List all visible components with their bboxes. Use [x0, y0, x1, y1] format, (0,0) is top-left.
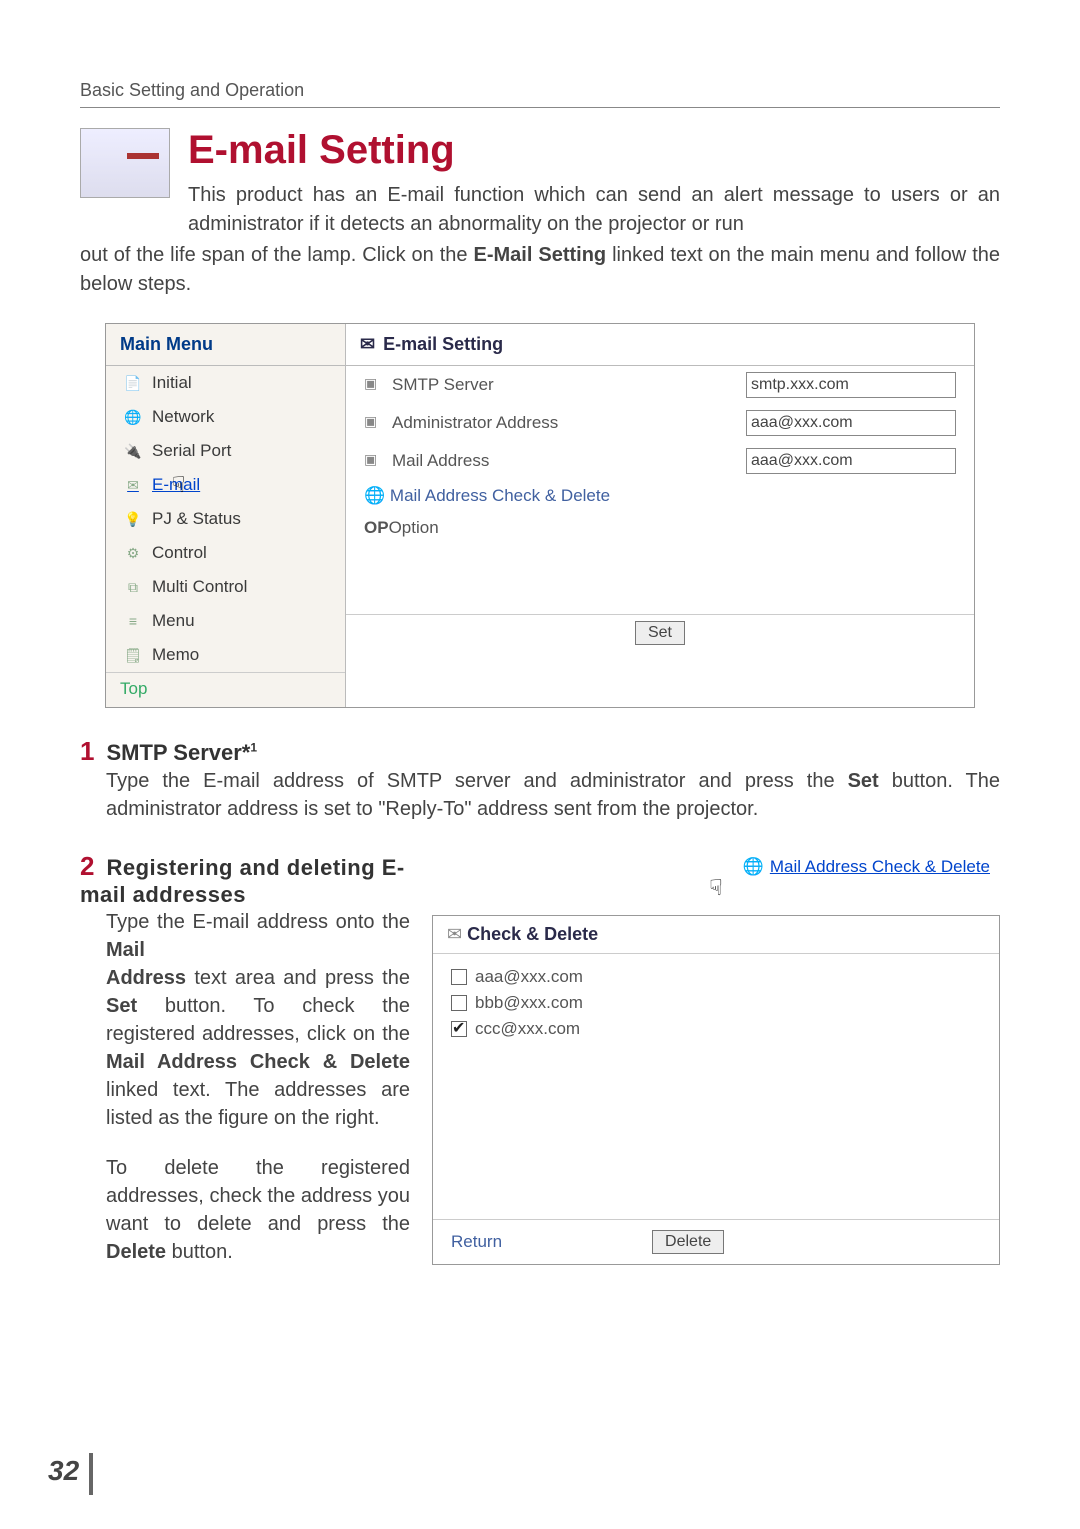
thumbnail-image — [80, 128, 170, 198]
sidebar-icon: 🗒 — [124, 646, 142, 664]
intro-text-top: This product has an E-mail function whic… — [188, 181, 1000, 239]
top-link[interactable]: Top — [106, 672, 345, 707]
field-icon: ▣ — [364, 451, 384, 471]
sidebar-icon: 🌐 — [124, 408, 142, 426]
sidebar-item-label: Initial — [152, 373, 192, 393]
check-delete-panel: ✉ Check & Delete aaa@xxx.com bbb@xxx.com c… — [432, 915, 1000, 1265]
sidebar-icon: 🔌 — [124, 442, 142, 460]
pointer-cursor-icon: ☟ — [432, 875, 1000, 901]
intro-bold: E-Mail Setting — [474, 244, 607, 266]
text-input[interactable] — [746, 372, 956, 398]
form-row: ▣ Administrator Address — [346, 404, 974, 442]
step2-body-top: Type the E-mail address onto the Mail — [106, 908, 410, 964]
checkbox[interactable] — [451, 1021, 467, 1037]
return-link[interactable]: Return — [451, 1232, 502, 1252]
sidebar-item-label: Menu — [152, 611, 195, 631]
checkbox[interactable] — [451, 995, 467, 1011]
step2-top-pre: Type the E-mail address onto the — [106, 911, 410, 933]
sidebar-item-control[interactable]: ⚙ Control — [106, 536, 345, 570]
step1-number: 1 — [80, 736, 102, 767]
field-label: SMTP Server — [392, 375, 738, 395]
mail-address-check-delete-link[interactable]: Mail Address Check & Delete — [770, 857, 990, 877]
intro-text-bottom: out of the life span of the lamp. Click … — [80, 241, 1000, 299]
sidebar-icon: ✉ — [124, 476, 142, 494]
check-delete-title: ✉ Check & Delete — [433, 916, 999, 954]
panel-header: ✉ E-mail Setting — [346, 324, 974, 366]
section-title: E-mail Setting — [188, 128, 1000, 173]
sidebar-item-network[interactable]: 🌐 Network — [106, 400, 345, 434]
step2-body-para2: To delete the registered addresses, chec… — [106, 1154, 410, 1266]
sidebar-item-initial[interactable]: 📄 Initial — [106, 366, 345, 400]
sidebar-item-memo[interactable]: 🗒 Memo — [106, 638, 345, 672]
step1-title-text: SMTP Server* — [106, 740, 250, 765]
address-row: aaa@xxx.com — [451, 964, 981, 990]
field-icon: ▣ — [364, 375, 384, 395]
form-row: ▣ SMTP Server — [346, 366, 974, 404]
intro-pre: out of the life span of the lamp. Click … — [80, 244, 474, 266]
step1-title: SMTP Server*1 — [106, 740, 257, 765]
step2-left: 2 Registering and deleting E-mail addres… — [80, 851, 410, 1266]
address-text: ccc@xxx.com — [475, 1019, 580, 1039]
option-label: Option — [389, 518, 439, 537]
app-screenshot: Main Menu 📄 Initial 🌐 Network 🔌 Serial Port ✉ E… — [105, 323, 975, 708]
sidebar-item-label: Memo — [152, 645, 199, 665]
sidebar-item-label: E-mail — [152, 475, 200, 495]
sidebar-icon: 📄 — [124, 374, 142, 392]
check-delete-title-label: Check & Delete — [467, 924, 598, 944]
text-input[interactable] — [746, 448, 956, 474]
sidebar-icon: 💡 — [124, 510, 142, 528]
step1-body: Type the E-mail address of SMTP server a… — [106, 767, 1000, 823]
text-input[interactable] — [746, 410, 956, 436]
sidebar-item-label: PJ & Status — [152, 509, 241, 529]
sidebar-item-label: Serial Port — [152, 441, 231, 461]
sidebar-item-multi-control[interactable]: ⧉ Multi Control — [106, 570, 345, 604]
field-icon: ▣ — [364, 413, 384, 433]
checkbox[interactable] — [451, 969, 467, 985]
sidebar-icon: ≡ — [124, 612, 142, 630]
sidebar-icon: ⚙ — [124, 544, 142, 562]
step1-body-pre: Type the E-mail address of SMTP server a… — [106, 770, 848, 792]
page-header: Basic Setting and Operation — [80, 80, 1000, 108]
step2-right: 🌐 Mail Address Check & Delete ☟ ✉ Check … — [432, 851, 1000, 1265]
page-number: 32 — [48, 1455, 79, 1487]
address-row: ccc@xxx.com — [451, 1016, 981, 1042]
sidebar-item-label: Control — [152, 543, 207, 563]
panel-header-label: E-mail Setting — [383, 334, 503, 355]
sidebar-item-label: Multi Control — [152, 577, 247, 597]
step2-number: 2 — [80, 851, 102, 882]
step2-title: Registering and deleting E-mail addresse… — [80, 855, 405, 907]
step1-body-bold: Set — [848, 770, 879, 792]
envelope-icon: ✉ — [360, 334, 375, 355]
step1-title-sup: 1 — [250, 741, 257, 755]
step-1: 1 SMTP Server*1 Type the E-mail address … — [80, 736, 1000, 823]
step2-body-main: Address text area and press the Set butt… — [106, 964, 410, 1132]
mail-check-delete-link[interactable]: 🌐 Mail Address Check & Delete — [346, 480, 974, 512]
sidebar-item-label: Network — [152, 407, 214, 427]
sidebar-item-serial-port[interactable]: 🔌 Serial Port — [106, 434, 345, 468]
step2-top-bold: Mail — [106, 939, 145, 961]
op-prefix: OP — [364, 518, 389, 537]
address-row: bbb@xxx.com — [451, 990, 981, 1016]
mail-check-delete-label: Mail Address Check & Delete — [390, 486, 610, 505]
main-panel: ✉ E-mail Setting ▣ SMTP Server ▣ Administra… — [346, 324, 974, 707]
field-label: Mail Address — [392, 451, 738, 471]
sidebar-header: Main Menu — [106, 324, 345, 366]
field-label: Administrator Address — [392, 413, 738, 433]
sidebar-item-e-mail[interactable]: ✉ E-mail — [106, 468, 345, 502]
delete-button[interactable]: Delete — [652, 1230, 724, 1254]
form-row: ▣ Mail Address — [346, 442, 974, 480]
address-text: bbb@xxx.com — [475, 993, 583, 1013]
envelope-icon: ✉ — [447, 924, 462, 944]
sidebar-item-menu[interactable]: ≡ Menu — [106, 604, 345, 638]
globe-icon: 🌐 — [743, 857, 764, 877]
set-button[interactable]: Set — [635, 621, 685, 645]
option-link[interactable]: OPOption — [346, 512, 974, 544]
globe-icon: 🌐 — [364, 486, 385, 505]
sidebar: Main Menu 📄 Initial 🌐 Network 🔌 Serial Port ✉ E… — [106, 324, 346, 707]
sidebar-icon: ⧉ — [124, 578, 142, 596]
address-text: aaa@xxx.com — [475, 967, 583, 987]
sidebar-item-pj-status[interactable]: 💡 PJ & Status — [106, 502, 345, 536]
